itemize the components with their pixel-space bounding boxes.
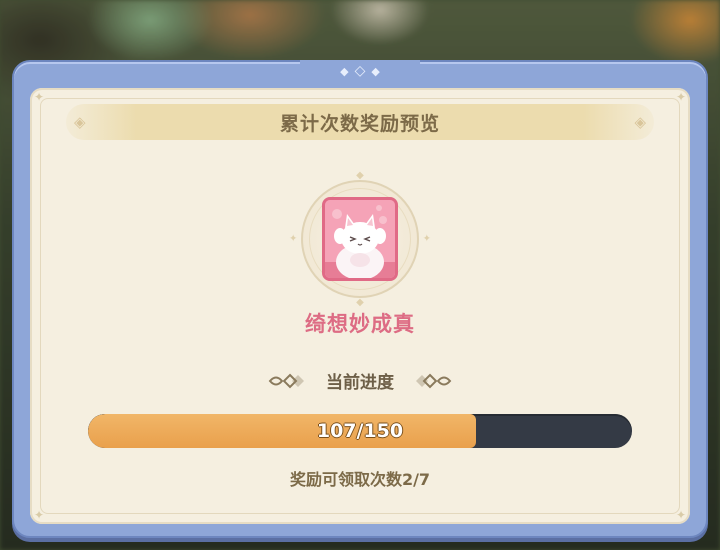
progress-value: 107/150	[316, 420, 404, 442]
reward-emblem: ◆ ◆ ✦ ✦	[289, 170, 431, 308]
reward-preview-panel: ✦ ✦ ✦ ✦ ◈ 累计次数奖励预览 ◈ ◆ ◆ ✦ ✦ 绮想妙成真 当前进度 …	[30, 88, 690, 524]
corner-ornament-icon: ✦	[675, 508, 686, 522]
diamond-icon: ◈	[74, 113, 86, 131]
progress-label: 当前进度	[326, 373, 394, 393]
sparkle-icon: ✦	[422, 233, 431, 245]
right-ornament-icon	[416, 373, 452, 388]
sparkle-icon: ◆	[356, 170, 364, 181]
corner-ornament-icon: ✦	[675, 90, 686, 104]
diamond-icon: ◈	[634, 113, 646, 131]
corner-ornament-icon: ✦	[34, 90, 45, 104]
frame-top-ornament: ◆ ◇ ◆	[300, 60, 420, 82]
sparkle-icon: ✦	[289, 233, 298, 245]
white-cat-icon	[325, 200, 395, 278]
title-banner: ◈ 累计次数奖励预览 ◈	[66, 104, 654, 140]
sparkle-icon: ◆	[356, 297, 364, 308]
corner-ornament-icon: ✦	[34, 508, 45, 522]
progress-header: 当前进度	[30, 368, 690, 393]
progress-bar: 107/150	[88, 414, 632, 448]
reward-item-card[interactable]	[322, 197, 398, 281]
reward-item-name: 绮想妙成真	[305, 312, 415, 336]
left-ornament-icon	[268, 373, 304, 388]
diamond-icon: ◆	[371, 64, 380, 78]
dialog-title: 累计次数奖励预览	[279, 112, 440, 135]
diamond-icon: ◆	[340, 64, 349, 78]
claimable-count-text: 奖励可领取次数2/7	[289, 470, 431, 489]
diamond-icon: ◇	[354, 63, 366, 79]
